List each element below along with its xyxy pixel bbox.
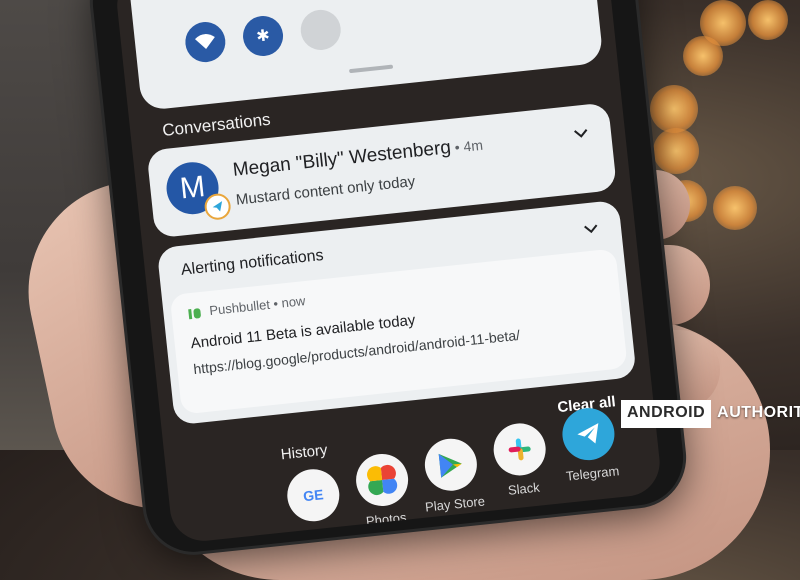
- bokeh-light: [653, 128, 699, 174]
- drag-handle[interactable]: [348, 64, 394, 74]
- bokeh-light: [683, 36, 723, 76]
- bokeh-light: [650, 85, 698, 133]
- bluetooth-icon: ✱: [255, 27, 271, 46]
- wifi-icon: [194, 34, 215, 50]
- conversations-header: Conversations: [161, 109, 272, 140]
- sender-line: Megan "Billy" Westenberg • 4m: [232, 134, 484, 182]
- alerting-group: Alerting notifications Pushbullet • now …: [156, 199, 637, 426]
- watermark-boxed: ANDROID: [621, 400, 712, 428]
- play-store-icon: [438, 453, 462, 478]
- news-app-icon[interactable]: GE: [284, 466, 342, 524]
- bluetooth-toggle[interactable]: ✱: [241, 14, 286, 58]
- watermark-rest: AUTHORITY: [717, 404, 800, 421]
- timestamp: • now: [269, 293, 307, 312]
- app-header: Pushbullet • now: [209, 293, 306, 318]
- chevron-down-icon[interactable]: [582, 220, 600, 238]
- slack-icon: [508, 438, 531, 461]
- watermark-logo: ANDROID AUTHORITY: [621, 400, 800, 428]
- quick-settings-panel: ✱: [127, 0, 604, 112]
- phone-screen: ✱ Conversations M Megan "Billy" Westenbe…: [113, 0, 663, 545]
- telegram-icon: [577, 423, 599, 444]
- pushbullet-icon: [188, 308, 201, 320]
- bokeh-light: [748, 0, 788, 40]
- slack-app-icon[interactable]: [491, 420, 549, 479]
- photos-app-icon[interactable]: [353, 451, 411, 509]
- sender-name: Megan "Billy" Westenberg: [231, 137, 452, 181]
- quick-tile[interactable]: [298, 7, 343, 52]
- alerting-header: Alerting notifications: [180, 246, 325, 279]
- google-photos-icon: [367, 464, 398, 496]
- timestamp: • 4m: [450, 136, 484, 156]
- wifi-toggle[interactable]: [183, 20, 228, 65]
- app-name: Pushbullet: [208, 296, 271, 319]
- google-news-icon: GE: [302, 486, 325, 505]
- chevron-down-icon[interactable]: [572, 125, 590, 143]
- history-label: History: [280, 441, 329, 464]
- app-label: Telegram: [565, 463, 620, 484]
- bokeh-light: [713, 186, 757, 230]
- play-store-app-icon[interactable]: [422, 436, 480, 494]
- telegram-icon: [203, 192, 232, 221]
- phone: ✱ Conversations M Megan "Billy" Westenbe…: [88, 0, 688, 557]
